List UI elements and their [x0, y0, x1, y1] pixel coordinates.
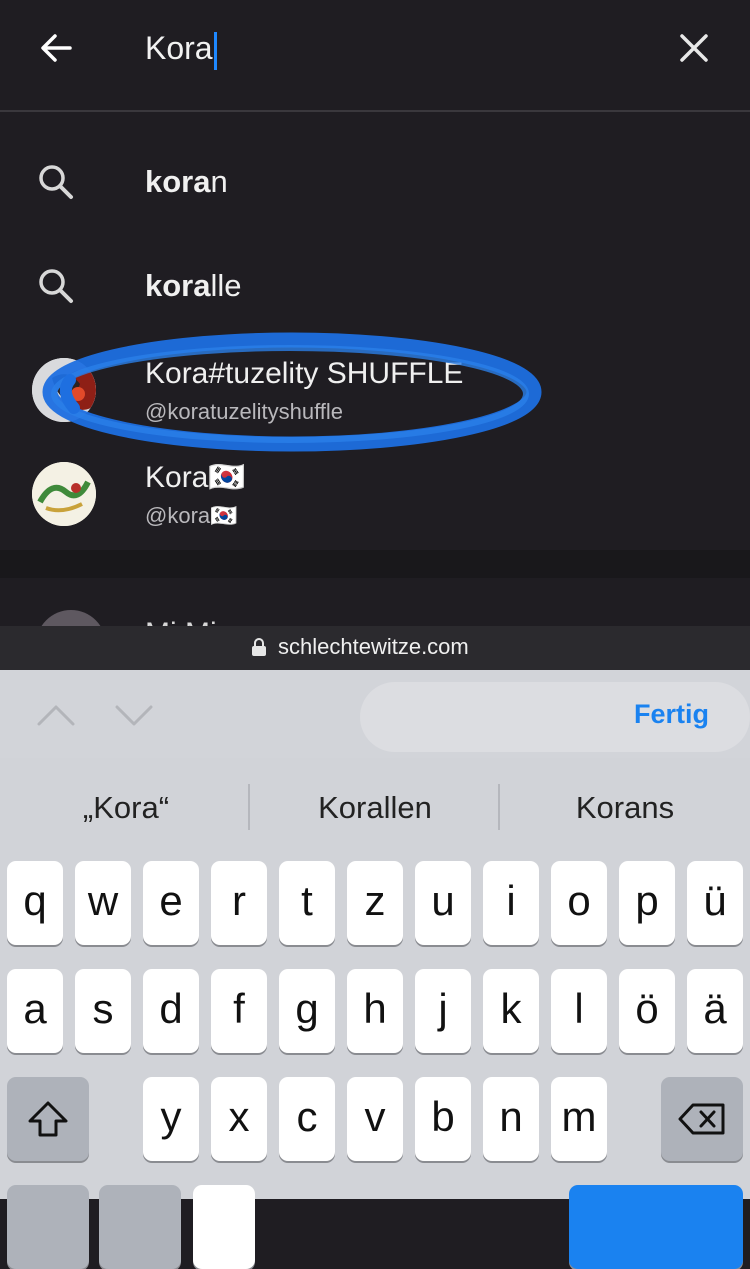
- key-z[interactable]: z: [347, 861, 403, 945]
- key-a[interactable]: a: [7, 969, 63, 1053]
- key-b[interactable]: b: [415, 1077, 471, 1161]
- prediction-item[interactable]: Korallen: [255, 786, 495, 830]
- search-query-text: Kora: [145, 30, 213, 66]
- prediction-separator: [498, 784, 500, 830]
- shift-key[interactable]: [7, 1077, 89, 1161]
- emoji-key[interactable]: [99, 1185, 181, 1269]
- key-m[interactable]: m: [551, 1077, 607, 1161]
- key-p[interactable]: p: [619, 861, 675, 945]
- avatar: [36, 610, 106, 626]
- suggestion-list: koran koralle Kora#tuzelity SHUFFLE @kor…: [0, 112, 750, 550]
- dictation-key[interactable]: [193, 1185, 255, 1269]
- lock-icon: [251, 637, 267, 657]
- prediction-separator: [248, 784, 250, 830]
- back-arrow-icon[interactable]: [36, 28, 76, 68]
- url-domain: schlechtewitze.com: [278, 634, 469, 659]
- key-n[interactable]: n: [483, 1077, 539, 1161]
- key-u-umlaut[interactable]: ü: [687, 861, 743, 945]
- search-icon: [36, 162, 76, 202]
- chevron-down-icon[interactable]: [114, 700, 154, 730]
- key-j[interactable]: j: [415, 969, 471, 1053]
- search-header: [0, 0, 750, 110]
- key-t[interactable]: t: [279, 861, 335, 945]
- user-display-name: Kora🇰🇷: [145, 461, 246, 494]
- chevron-up-icon[interactable]: [36, 700, 76, 730]
- suggestion-text: koran: [145, 164, 228, 199]
- search-input[interactable]: Kora: [145, 26, 217, 70]
- key-d[interactable]: d: [143, 969, 199, 1053]
- partial-list-item[interactable]: Mi Mi: [0, 578, 750, 626]
- key-y[interactable]: y: [143, 1077, 199, 1161]
- key-w[interactable]: w: [75, 861, 131, 945]
- search-suggestion-item[interactable]: koran: [0, 132, 750, 232]
- key-i[interactable]: i: [483, 861, 539, 945]
- suggestion-text: koralle: [145, 268, 242, 303]
- key-f[interactable]: f: [211, 969, 267, 1053]
- return-key[interactable]: [569, 1185, 743, 1269]
- key-s[interactable]: s: [75, 969, 131, 1053]
- backspace-icon: [678, 1103, 725, 1135]
- search-icon: [36, 266, 76, 306]
- prediction-item[interactable]: Korans: [505, 786, 745, 830]
- text-caret: [213, 31, 217, 70]
- partial-text: Mi Mi: [145, 616, 217, 626]
- key-r[interactable]: r: [211, 861, 267, 945]
- key-l[interactable]: l: [551, 969, 607, 1053]
- key-v[interactable]: v: [347, 1077, 403, 1161]
- highlight-scribble: [42, 332, 542, 452]
- backspace-key[interactable]: [661, 1077, 743, 1161]
- key-e[interactable]: e: [143, 861, 199, 945]
- key-c[interactable]: c: [279, 1077, 335, 1161]
- done-button[interactable]: Fertig: [634, 696, 709, 732]
- key-h[interactable]: h: [347, 969, 403, 1053]
- avatar: [32, 462, 96, 526]
- key-o[interactable]: o: [551, 861, 607, 945]
- shift-icon: [28, 1101, 68, 1137]
- user-result-item[interactable]: Kora🇰🇷 @kora🇰🇷: [0, 444, 750, 548]
- search-suggestion-item[interactable]: koralle: [0, 236, 750, 336]
- close-icon[interactable]: [676, 30, 712, 66]
- key-a-umlaut[interactable]: ä: [687, 969, 743, 1053]
- key-q[interactable]: q: [7, 861, 63, 945]
- key-o-umlaut[interactable]: ö: [619, 969, 675, 1053]
- key-g[interactable]: g: [279, 969, 335, 1053]
- key-x[interactable]: x: [211, 1077, 267, 1161]
- key-k[interactable]: k: [483, 969, 539, 1053]
- user-handle: @kora🇰🇷: [145, 503, 238, 528]
- numbers-key[interactable]: [7, 1185, 89, 1269]
- prediction-item[interactable]: „Kora“: [6, 786, 246, 830]
- section-divider: [0, 550, 750, 578]
- key-u[interactable]: u: [415, 861, 471, 945]
